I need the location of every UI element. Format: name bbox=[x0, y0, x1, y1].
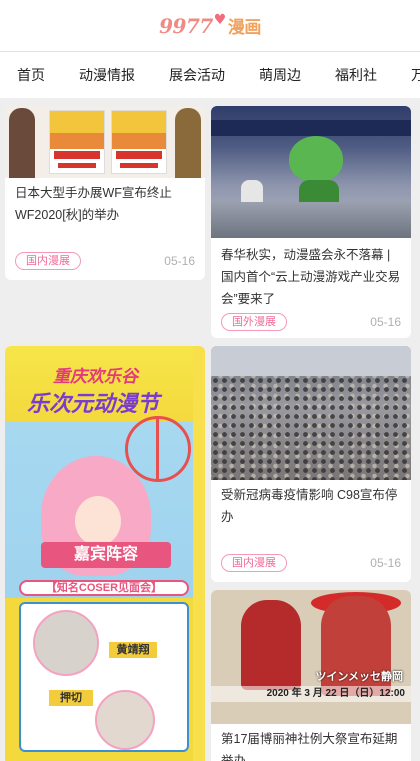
frog-mascot-image bbox=[211, 106, 411, 238]
wonder-festival-image bbox=[5, 106, 205, 178]
nav-item-home[interactable]: 首页 bbox=[0, 52, 62, 98]
app-header: 9977 ♥ 漫画 bbox=[0, 0, 420, 52]
news-card[interactable]: 受新冠病毒疫情影响 C98宣布停办 国内漫展 05-16 bbox=[211, 346, 411, 582]
site-logo[interactable]: 9977 ♥ 漫画 bbox=[159, 11, 262, 39]
heart-icon: ♥ bbox=[213, 11, 227, 28]
news-card[interactable]: ツインメッセ静岡 2020 年 3 月 22 日（日）12:00 第17届博丽神… bbox=[211, 590, 411, 761]
poster-meet-banner: 【知名COSER见面会】 bbox=[19, 580, 189, 596]
poster-date: 2020 年 3 月 22 日（日）12:00 bbox=[211, 686, 411, 702]
news-card[interactable]: 春华秋实，动漫盛会永不落幕 | 国内首个“云上动漫游戏产业交易会”要来了 国外漫… bbox=[211, 106, 411, 338]
poster-guest-name: 黄靖翔 bbox=[109, 642, 157, 658]
news-card[interactable]: 日本大型手办展WF宣布终止WF2020[秋]的举办 国内漫展 05-16 bbox=[5, 106, 205, 280]
nav-item-events[interactable]: 展会活动 bbox=[152, 52, 242, 98]
logo-cn-text: 漫画 bbox=[227, 18, 262, 38]
publish-date: 05-16 bbox=[370, 315, 401, 329]
nav-item-welfare[interactable]: 福利社 bbox=[318, 52, 394, 98]
category-tag[interactable]: 国外漫展 bbox=[221, 313, 287, 331]
category-tag[interactable]: 国内漫展 bbox=[15, 252, 81, 270]
poster-line1: 重庆欢乐谷 bbox=[53, 367, 138, 386]
convention-crowd-image bbox=[211, 346, 411, 480]
nav-item-merch[interactable]: 萌周边 bbox=[242, 52, 318, 98]
category-tag[interactable]: 国内漫展 bbox=[221, 554, 287, 572]
card-title: 春华秋实，动漫盛会永不落幕 | 国内首个“云上动漫游戏产业交易会”要来了 bbox=[221, 248, 401, 306]
touhou-poster-image: ツインメッセ静岡 2020 年 3 月 22 日（日）12:00 bbox=[211, 590, 411, 724]
publish-date: 05-16 bbox=[370, 556, 401, 570]
publish-date: 05-16 bbox=[164, 254, 195, 268]
news-card[interactable]: 重庆欢乐谷 乐次元动漫节 嘉宾阵容 【知名COSER见面会】 黄靖翔 押切 bbox=[5, 346, 205, 761]
logo-number: 9977 bbox=[159, 13, 213, 38]
card-title: 日本大型手办展WF宣布终止WF2020[秋]的举办 bbox=[15, 186, 172, 222]
card-title: 受新冠病毒疫情影响 C98宣布停办 bbox=[221, 488, 398, 524]
poster-line2: 乐次元动漫节 bbox=[27, 391, 160, 416]
card-title: 第17届博丽神社例大祭宣布延期举办 bbox=[221, 732, 398, 761]
nav-item-anime-news[interactable]: 动漫情报 bbox=[62, 52, 152, 98]
category-nav: 首页 动漫情报 展会活动 萌周边 福利社 万事 bbox=[0, 52, 420, 98]
poster-venue: ツインメッセ静岡 bbox=[315, 671, 403, 683]
chongqing-anime-festival-poster: 重庆欢乐谷 乐次元动漫节 嘉宾阵容 【知名COSER见面会】 黄靖翔 押切 bbox=[5, 346, 205, 761]
poster-guest-banner: 嘉宾阵容 bbox=[41, 542, 171, 568]
nav-item-more[interactable]: 万事 bbox=[394, 52, 420, 98]
poster-guest-name: 押切 bbox=[49, 690, 93, 706]
